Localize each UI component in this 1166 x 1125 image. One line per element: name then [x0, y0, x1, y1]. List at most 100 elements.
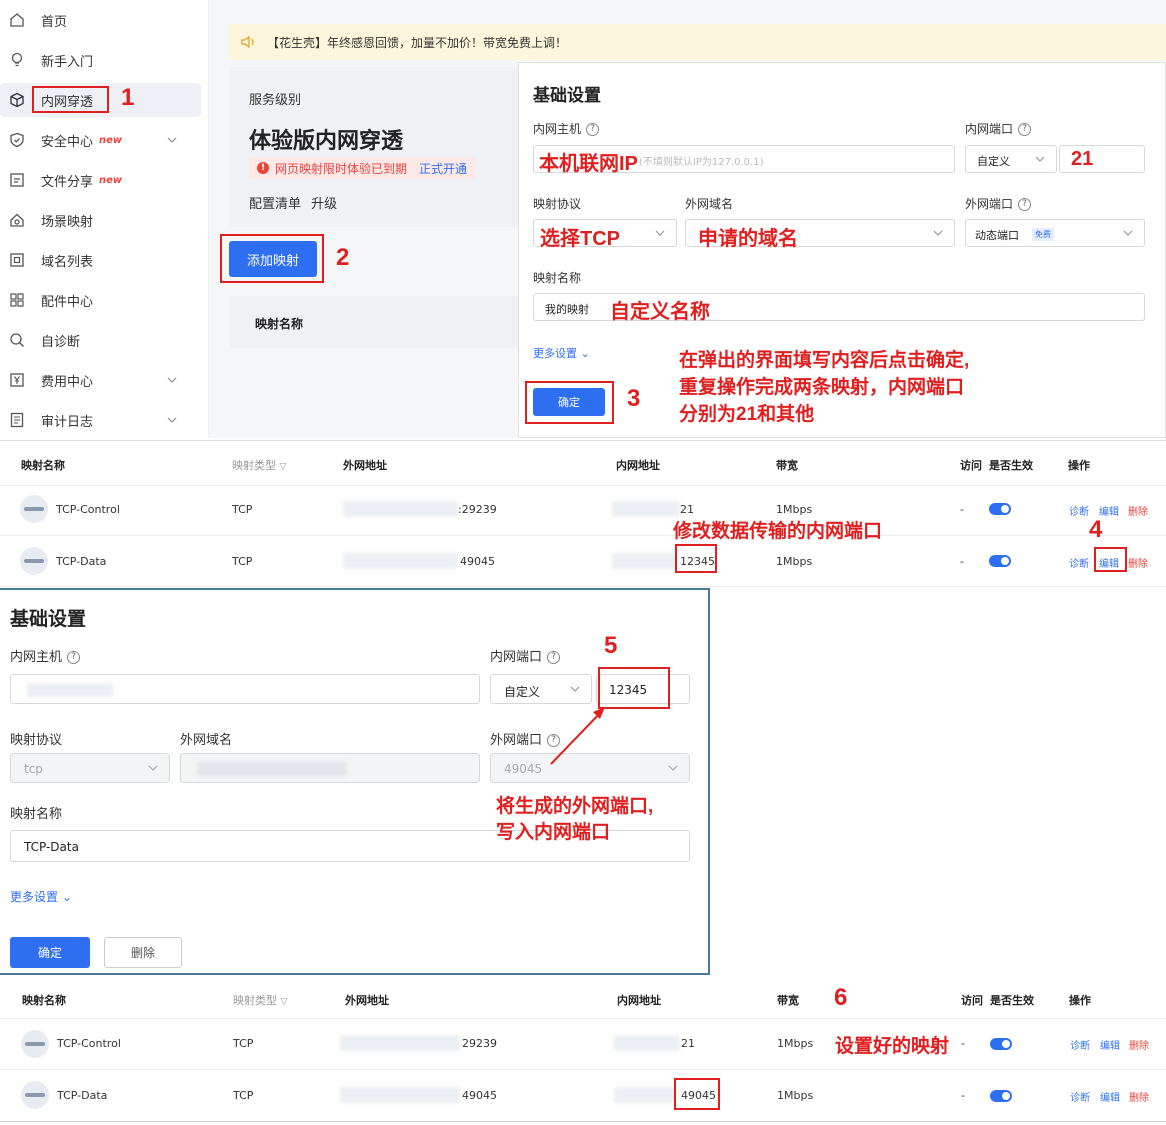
plan-name: 体验版内网穿透 — [249, 129, 404, 154]
th-enabled: 是否生效 — [989, 459, 1033, 472]
redacted-host — [612, 501, 680, 517]
sidebar-item-accessories[interactable]: 配件中心 — [0, 283, 201, 317]
row-external: 49045 — [462, 1089, 497, 1102]
row-type: TCP — [232, 555, 253, 568]
domain-select[interactable]: 申请的域名 — [685, 219, 955, 250]
mapping-icon — [21, 1030, 49, 1058]
protocol-label: 映射协议 — [533, 197, 582, 211]
redacted-host — [343, 501, 458, 517]
protocol-select: tcp — [10, 753, 170, 783]
annotation-box-edit — [1094, 547, 1127, 572]
sidebar: 首页 新手入门 内网穿透 安全中心 new 文件分享 new 场景映射 域名列表… — [0, 0, 209, 438]
shield-icon — [8, 131, 26, 149]
protocol-select[interactable]: 选择TCP — [533, 219, 677, 250]
host-input[interactable] — [10, 674, 480, 704]
sidebar-item-label: 安全中心 — [41, 134, 94, 150]
confirm-button[interactable]: 确定 — [10, 937, 90, 968]
diagnose-link[interactable]: 诊断 — [1070, 1037, 1090, 1052]
dialog-title: 基础设置 — [10, 608, 87, 630]
th-name: 映射名称 — [22, 994, 66, 1007]
th-type[interactable]: 映射类型 ▽ — [233, 992, 287, 1008]
redacted-host — [27, 683, 113, 697]
sidebar-item-getting-started[interactable]: 新手入门 — [0, 43, 201, 77]
help-icon[interactable]: ? — [586, 123, 600, 136]
redacted-host — [343, 553, 458, 569]
port-mode-value: 自定义 — [504, 685, 541, 699]
sidebar-item-file-share[interactable]: 文件分享 new — [0, 163, 201, 197]
enabled-toggle[interactable] — [990, 1038, 1012, 1050]
file-share-icon — [8, 171, 26, 189]
port-mode-select[interactable]: 自定义 — [965, 145, 1057, 173]
enabled-toggle[interactable] — [990, 1090, 1012, 1102]
help-icon[interactable]: ? — [67, 651, 81, 664]
enabled-toggle[interactable] — [989, 503, 1011, 515]
help-icon[interactable]: ? — [547, 651, 561, 664]
sidebar-item-self-diagnose[interactable]: 自诊断 — [0, 323, 201, 357]
diagnose-link[interactable]: 诊断 — [1070, 1089, 1090, 1104]
delete-link[interactable]: 删除 — [1128, 503, 1148, 518]
sidebar-item-domains[interactable]: 域名列表 — [0, 243, 201, 277]
th-bandwidth: 带宽 — [776, 459, 798, 472]
sidebar-item-label: 配件中心 — [41, 294, 94, 310]
sidebar-item-label: 文件分享 — [41, 174, 94, 190]
annotation-box-int-port-final — [674, 1078, 720, 1110]
chevron-down-icon[interactable] — [165, 373, 179, 387]
delete-link[interactable]: 删除 — [1129, 1089, 1149, 1104]
port-label: 内网端口? — [490, 646, 561, 665]
domain-label: 外网域名 — [685, 197, 734, 211]
annotation-step-1: 1 — [121, 84, 135, 111]
enabled-toggle[interactable] — [989, 555, 1011, 567]
sidebar-item-audit-log[interactable]: 审计日志 — [0, 403, 201, 437]
edit-link[interactable]: 编辑 — [1100, 1037, 1120, 1052]
chevron-down-icon[interactable] — [165, 133, 179, 147]
cube-icon — [8, 91, 26, 109]
notice-text: 【花生壳】年终感恩回馈，加量不加价！带宽免费上调！ — [267, 35, 568, 50]
th-enabled: 是否生效 — [990, 994, 1034, 1007]
port-mode-select[interactable]: 自定义 — [490, 674, 592, 704]
delete-link[interactable]: 删除 — [1129, 1037, 1149, 1052]
th-type[interactable]: 映射类型 ▽ — [232, 457, 286, 473]
upgrade-link[interactable]: 升级 — [311, 197, 337, 212]
row-external: 49045 — [460, 555, 495, 568]
mapping-icon — [21, 1081, 49, 1109]
more-settings-link[interactable]: 更多设置 ⌄ — [533, 345, 590, 361]
annotation-box-add — [220, 234, 324, 283]
chevron-down-icon — [933, 230, 943, 236]
open-link[interactable]: 正式开通 — [419, 160, 467, 177]
row-external: :29239 — [458, 503, 497, 516]
name-label: 映射名称 — [10, 807, 63, 822]
ext-port-select[interactable]: 动态端口 免费 — [965, 219, 1145, 247]
th-actions: 操作 — [1069, 994, 1091, 1007]
help-icon[interactable]: ? — [1018, 198, 1032, 211]
service-level-label: 服务级别 — [249, 93, 302, 108]
chevron-down-icon[interactable] — [165, 413, 179, 427]
sidebar-item-scene[interactable]: 场景映射 — [0, 203, 201, 237]
annotation-port-21: 21 — [1071, 148, 1094, 170]
domain-label: 外网域名 — [180, 733, 233, 748]
diagnose-link[interactable]: 诊断 — [1069, 503, 1089, 518]
more-settings-link[interactable]: 更多设置 ⌄ — [10, 888, 72, 905]
expired-notice: ! 网页映射限时体验已到期 正式开通 — [249, 157, 476, 179]
config-list-link[interactable]: 配置清单 — [249, 197, 301, 212]
help-icon[interactable]: ? — [1018, 123, 1032, 136]
diagnose-link[interactable]: 诊断 — [1069, 555, 1089, 570]
row-bandwidth: 1Mbps — [777, 1037, 814, 1050]
port-input[interactable]: 21 — [1059, 145, 1145, 173]
sidebar-item-security[interactable]: 安全中心 new — [0, 123, 201, 157]
redacted-host — [614, 1087, 676, 1103]
row-external: 29239 — [462, 1037, 497, 1050]
row-access: - — [961, 1037, 965, 1050]
delete-link[interactable]: 删除 — [1128, 555, 1148, 570]
th-internal: 内网地址 — [616, 459, 660, 472]
edit-link[interactable]: 编辑 — [1100, 1089, 1120, 1104]
host-label: 内网主机? — [10, 646, 81, 665]
sidebar-item-home[interactable]: 首页 — [0, 3, 201, 37]
annotation-modify-port: 修改数据传输的内网端口 — [673, 521, 883, 542]
delete-button[interactable]: 删除 — [104, 937, 182, 968]
name-value: 我的映射 — [545, 303, 589, 316]
mapping-icon — [20, 547, 48, 575]
name-label: 映射名称 — [533, 271, 582, 285]
name-input[interactable]: 我的映射 自定义名称 — [533, 293, 1145, 323]
th-external: 外网地址 — [345, 994, 389, 1007]
sidebar-item-billing[interactable]: 费用中心 — [0, 363, 201, 397]
